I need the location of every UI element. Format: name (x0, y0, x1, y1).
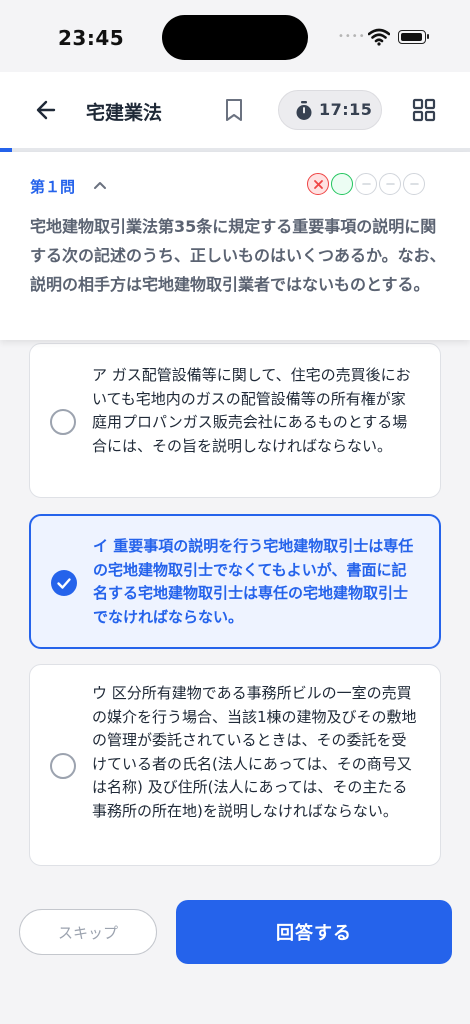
check-icon (57, 578, 71, 589)
radio-unchecked[interactable] (50, 753, 76, 779)
arrow-left-icon (36, 100, 56, 120)
radio-checked[interactable] (51, 570, 77, 596)
history-unanswered-icon (379, 173, 401, 195)
grid-icon (412, 98, 436, 122)
question-panel: 第１問 宅地建物取引業法第35条に規定する重要事項の説明に関する次の記述のうち、… (0, 152, 470, 340)
history-wrong-icon (307, 173, 329, 195)
question-grid-button[interactable] (412, 98, 436, 122)
skip-button[interactable]: スキップ (19, 909, 157, 955)
option-card-u[interactable]: ウ 区分所有建物である事務所ビルの一室の売買の媒介を行う場合、当該1棟の建物及び… (29, 664, 441, 866)
radio-unchecked[interactable] (50, 409, 76, 435)
question-text: 宅地建物取引業法第35条に規定する重要事項の説明に関する次の記述のうち、正しいも… (30, 217, 446, 294)
history-unanswered-icon (403, 173, 425, 195)
stopwatch-icon (296, 101, 312, 120)
wifi-icon (368, 28, 390, 46)
cellular-signal-icon: •••• (338, 31, 366, 42)
submit-answer-button[interactable]: 回答する (176, 900, 452, 964)
app-header: 宅建業法 17:15 (0, 72, 470, 148)
battery-icon (398, 30, 429, 44)
bookmark-button[interactable] (222, 96, 246, 124)
page-title: 宅建業法 (86, 102, 163, 124)
option-card-i[interactable]: イ 重要事項の説明を行う宅地建物取引士は専任の宅地建物取引士でなくてもよいが、書… (29, 514, 441, 649)
status-time: 23:45 (58, 26, 125, 50)
option-card-a[interactable]: ア ガス配管設備等に関して、住宅の売買後においても宅地内のガスの配管設備等の所有… (29, 343, 441, 498)
history-correct-icon (331, 173, 353, 195)
camera-notch (162, 15, 308, 60)
chevron-up-icon[interactable] (92, 178, 108, 192)
answer-history (307, 173, 425, 197)
option-text: ア ガス配管設備等に関して、住宅の売買後においても宅地内のガスの配管設備等の所有… (92, 366, 411, 455)
history-unanswered-icon (355, 173, 377, 195)
question-number: 第１問 (30, 178, 76, 196)
bookmark-icon (226, 99, 242, 121)
option-text: イ 重要事項の説明を行う宅地建物取引士は専任の宅地建物取引士でなくてもよいが、書… (93, 537, 414, 626)
timer-value: 17:15 (319, 100, 373, 119)
timer-pill[interactable]: 17:15 (278, 90, 382, 130)
back-button[interactable] (32, 96, 62, 124)
option-text: ウ 区分所有建物である事務所ビルの一室の売買の媒介を行う場合、当該1棟の建物及び… (92, 684, 417, 820)
status-bar: 23:45 •••• (0, 0, 470, 72)
